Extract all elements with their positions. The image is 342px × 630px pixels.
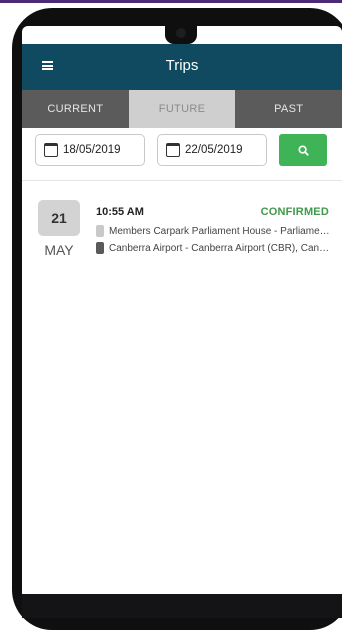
trip-dropoff-location: Canberra Airport - Canberra Airport (CBR… (96, 241, 330, 255)
trip-tabs: CURRENT FUTURE PAST (22, 90, 342, 128)
app-bar: Trips (22, 44, 342, 90)
tab-past[interactable]: PAST (235, 90, 342, 128)
search-button[interactable] (279, 134, 327, 166)
to-date-value: 22/05/2019 (185, 144, 243, 156)
search-icon (297, 144, 309, 156)
app-screen: Trips CURRENT FUTURE PAST 18/05/2019 22/… (22, 26, 342, 594)
camera-notch (165, 22, 197, 44)
tab-future[interactable]: FUTURE (128, 90, 236, 128)
dropoff-marker-icon (96, 242, 104, 254)
calendar-icon (166, 143, 180, 157)
from-date-value: 18/05/2019 (63, 144, 121, 156)
trip-pickup-location: Members Carpark Parliament House - Parli… (96, 224, 330, 238)
camera-icon (176, 28, 186, 38)
page-title: Trips (165, 57, 199, 74)
to-date-field[interactable]: 22/05/2019 (157, 134, 267, 166)
trip-time: 10:55 AM (96, 206, 144, 218)
trip-status-badge: CONFIRMED (260, 206, 329, 218)
from-date-field[interactable]: 18/05/2019 (35, 134, 145, 166)
phone-bottom-bezel (22, 594, 342, 618)
pickup-text: Members Carpark Parliament House - Parli… (109, 225, 330, 237)
trip-item[interactable]: 21 MAY 10:55 AM CONFIRMED Members Carpar… (22, 198, 342, 288)
date-filter-bar: 18/05/2019 22/05/2019 (22, 128, 342, 181)
calendar-icon (44, 143, 58, 157)
tab-current[interactable]: CURRENT (22, 90, 129, 128)
browser-accent-line (0, 0, 342, 3)
dropoff-text: Canberra Airport - Canberra Airport (CBR… (109, 242, 330, 254)
pickup-marker-icon (96, 225, 104, 237)
trip-month: MAY (44, 242, 74, 258)
trip-day-badge: 21 (38, 200, 80, 236)
